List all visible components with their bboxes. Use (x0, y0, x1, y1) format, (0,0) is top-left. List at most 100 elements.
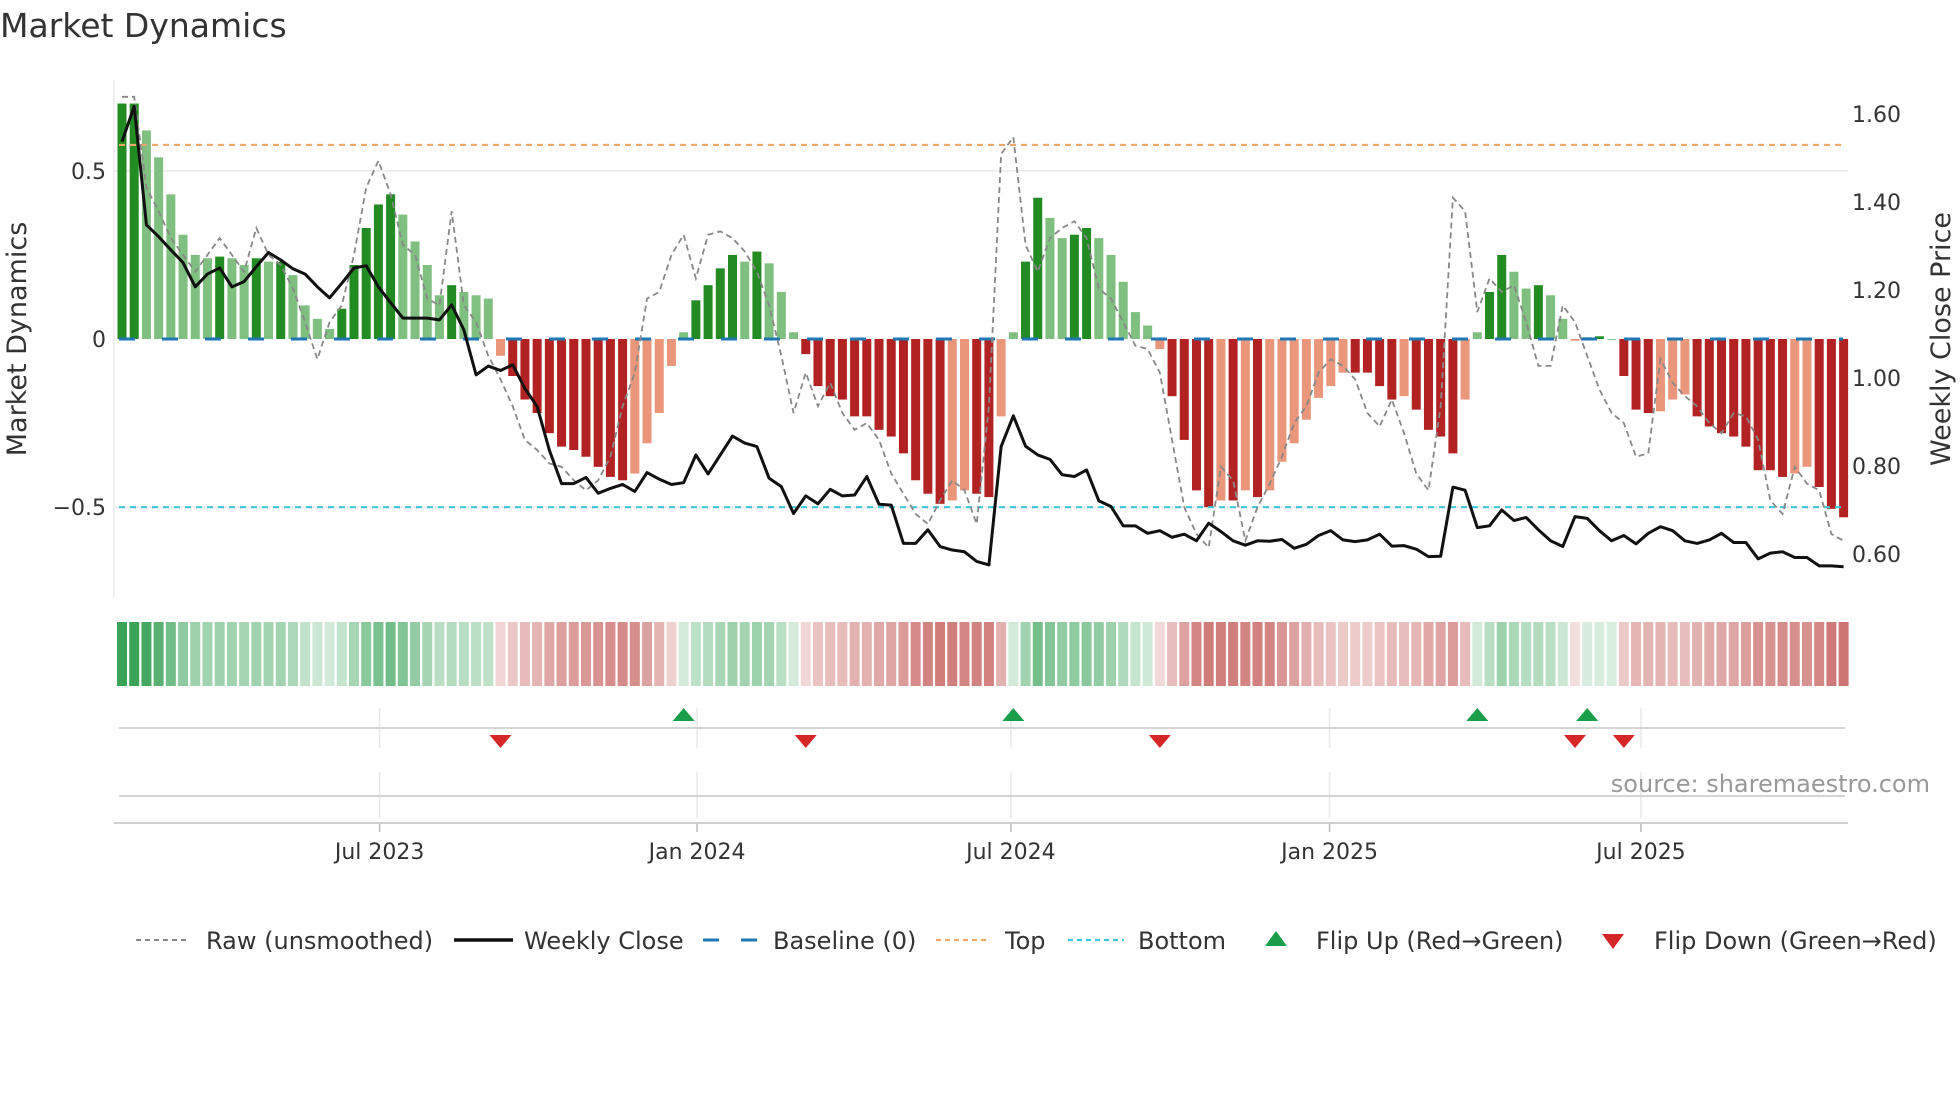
heat-strip-cell (1594, 622, 1605, 686)
heat-strip-cell (1167, 622, 1178, 686)
legend-close-label: Weekly Close (524, 927, 684, 955)
heat-strip-cell (556, 622, 567, 686)
dynamics-bar (654, 339, 664, 413)
heat-strip-cell (1399, 622, 1410, 686)
heat-strip-cell (336, 622, 347, 686)
heat-strip-cell (1655, 622, 1666, 686)
dynamics-bar (642, 339, 652, 444)
heat-strip-cell (580, 622, 591, 686)
x-tick-label: Jul 2024 (964, 840, 1056, 865)
heat-strip-cell (1191, 622, 1202, 686)
heat-strip-cell (1533, 622, 1544, 686)
heat-strip-cell (263, 622, 274, 686)
heat-strip-cell (373, 622, 384, 686)
heat-strip-cell (812, 622, 823, 686)
dynamics-bar (593, 339, 603, 467)
heat-strip-cell (971, 622, 982, 686)
dynamics-bar (386, 194, 396, 339)
heat-strip-cell (1814, 622, 1825, 686)
heat-strip-cell (605, 622, 616, 686)
dynamics-bar (1460, 339, 1470, 400)
dynamics-bar (1033, 197, 1043, 339)
flip-up-marker (1002, 708, 1025, 721)
heat-strip-cell (1093, 622, 1104, 686)
flip-up-marker (672, 708, 695, 721)
heat-strip-cell (935, 622, 946, 686)
dynamics-bar (923, 339, 933, 494)
heat-strip-cell (300, 622, 311, 686)
heat-strip-cell (715, 622, 726, 686)
dynamics-bar (935, 339, 945, 504)
dynamics-bar (1301, 339, 1311, 420)
heat-strip-cell (1179, 622, 1190, 686)
dynamics-bar (1839, 339, 1849, 518)
heat-strip-cell (1521, 622, 1532, 686)
heat-strip-cell (1679, 622, 1690, 686)
dynamics-bar (1570, 339, 1580, 341)
heat-strip-cell (886, 622, 897, 686)
heat-strip-cell (629, 622, 640, 686)
heat-strip-cell (178, 622, 189, 686)
dynamics-bar (752, 251, 762, 339)
dynamics-bar (898, 339, 908, 454)
dynamics-bar (1631, 339, 1641, 410)
y-axis-label-right: Weekly Close Price (1926, 212, 1957, 466)
dynamics-bar (1521, 288, 1531, 339)
heat-strip-cell (1484, 622, 1495, 686)
heat-strip-cell (800, 622, 811, 686)
y-tick-label-left: 0.5 (71, 160, 106, 185)
heat-strip-cell (214, 622, 225, 686)
heat-strip-cell (1826, 622, 1837, 686)
heat-strip-cell (1753, 622, 1764, 686)
dynamics-bar (1729, 339, 1739, 437)
heat-strip-cell (385, 622, 396, 686)
dynamics-bar (1057, 238, 1067, 339)
heat-strip-cell (202, 622, 213, 686)
heat-strip-cell (1789, 622, 1800, 686)
dynamics-bar (227, 258, 237, 339)
heat-strip-cell (1130, 622, 1141, 686)
heat-strip-cell (1240, 622, 1251, 686)
heat-strip-cell (446, 622, 457, 686)
y-tick-label-right: 1.20 (1852, 279, 1901, 304)
heat-strip-cell (471, 622, 482, 686)
heat-strip-cell (849, 622, 860, 686)
heat-strip-cell (519, 622, 530, 686)
dynamics-bar (1485, 291, 1495, 339)
dynamics-bar (837, 339, 847, 400)
heat-strip-cell (458, 622, 469, 686)
legend-flip-down-label: Flip Down (Green→Red) (1654, 927, 1937, 955)
dynamics-bar (1204, 339, 1214, 508)
heat-strip-cell (1606, 622, 1617, 686)
legend-raw-label: Raw (unsmoothed) (206, 927, 433, 955)
dynamics-bar (1314, 339, 1324, 398)
dynamics-bar (703, 285, 713, 339)
dynamics-bar (276, 261, 286, 339)
heat-strip-cell (922, 622, 933, 686)
dynamics-bar (1216, 339, 1226, 501)
heat-strip-cell (568, 622, 579, 686)
dynamics-bar (1045, 217, 1055, 339)
dynamics-bar (1607, 339, 1617, 340)
dynamics-bar (1179, 339, 1189, 440)
legend-bottom-label: Bottom (1138, 927, 1226, 955)
heat-strip-cell (348, 622, 359, 686)
dynamics-bar (959, 339, 969, 491)
dynamics-bar (361, 228, 371, 339)
dynamics-bar (728, 254, 737, 339)
dynamics-bar (288, 275, 298, 339)
heat-strip-cell (1472, 622, 1483, 686)
heat-strip-cell (1032, 622, 1043, 686)
dynamics-bar (1814, 339, 1824, 487)
dynamics-bar (630, 339, 640, 474)
dynamics-bar (1191, 339, 1201, 491)
dynamics-bar (569, 339, 579, 450)
heat-strip-cell (1362, 622, 1373, 686)
heat-strip-cell (727, 622, 738, 686)
dynamics-bar (764, 263, 774, 339)
heat-strip-cell (1325, 622, 1336, 686)
dynamics-bar (996, 339, 1006, 417)
heat-strip-cell (1508, 622, 1519, 686)
y-tick-label-right: 1.40 (1852, 191, 1901, 216)
heat-strip-cell (361, 622, 372, 686)
